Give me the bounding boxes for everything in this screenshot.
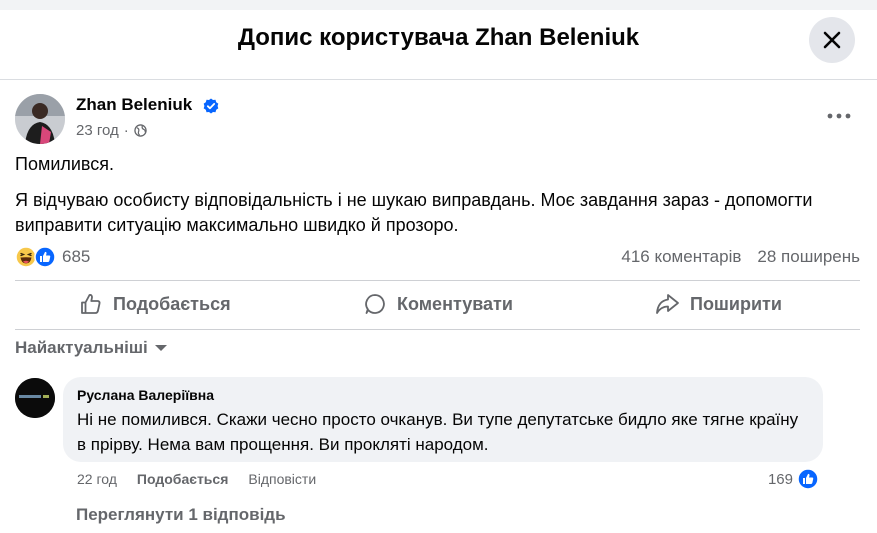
comment-actions: 22 год Подобається Відповісти (77, 471, 316, 487)
post-text-line1: Помилився. (15, 154, 115, 174)
like-label: Подобається (113, 293, 231, 314)
dialog-header: Допис користувача Zhan Beleniuk (0, 10, 877, 80)
globe-icon (134, 124, 147, 137)
comment-bubble: Руслана Валеріївна Ні не помилився. Скаж… (63, 377, 823, 462)
more-icon (827, 113, 851, 119)
comment-reactions-count: 169 (767, 470, 793, 488)
divider-bottom (15, 329, 860, 330)
reactions-count: 685 (62, 247, 91, 266)
like-reaction-icon (797, 468, 819, 490)
divider-top (15, 280, 860, 281)
view-replies-link[interactable]: Переглянути 1 відповідь (76, 505, 286, 525)
commenter-avatar[interactable] (15, 378, 55, 418)
comment-like-button[interactable]: Подобається (137, 471, 228, 487)
dialog-title: Допис користувача Zhan Beleniuk (237, 24, 640, 51)
close-icon (823, 31, 841, 49)
comment-reactions[interactable]: 169 (768, 468, 819, 490)
comment-button[interactable]: Коментувати (363, 286, 513, 322)
post-stats: 416 коментарів 28 поширень (621, 247, 860, 267)
comment-sort-dropdown[interactable]: Найактуальніші (15, 338, 168, 358)
post-time[interactable]: 23 год (76, 122, 119, 139)
comment-time[interactable]: 22 год (77, 471, 117, 487)
meta-separator: · (123, 122, 129, 139)
share-button[interactable]: Поширити (654, 286, 782, 322)
post-text-body: Я відчуваю особисту відповідальність і н… (15, 190, 813, 235)
caret-down-icon (154, 345, 167, 351)
thumbs-up-icon (81, 294, 101, 314)
author-name[interactable]: Zhan Beleniuk (76, 95, 192, 115)
shares-count[interactable]: 28 поширень (757, 247, 860, 267)
comments-count[interactable]: 416 коментарів (621, 247, 741, 267)
more-options-button[interactable] (821, 104, 857, 128)
like-reaction-icon (34, 246, 56, 268)
author-avatar[interactable] (15, 94, 65, 144)
sort-label: Найактуальніші (15, 338, 148, 357)
comment-label: Коментувати (397, 293, 513, 314)
verified-badge-icon (203, 98, 219, 114)
comment-icon (365, 294, 385, 314)
post-meta: 23 год · (76, 122, 147, 139)
close-button[interactable] (809, 17, 855, 63)
background-strip (0, 0, 877, 10)
comment-text: Ні не помилився. Скажи чесно просто очка… (77, 410, 799, 454)
comment-author[interactable]: Руслана Валеріївна (77, 387, 809, 403)
like-button[interactable]: Подобається (79, 286, 231, 322)
post-reactions[interactable]: 685 (15, 246, 90, 268)
share-icon (656, 294, 679, 314)
share-label: Поширити (690, 293, 782, 314)
comment-reply-button[interactable]: Відповісти (248, 471, 316, 487)
